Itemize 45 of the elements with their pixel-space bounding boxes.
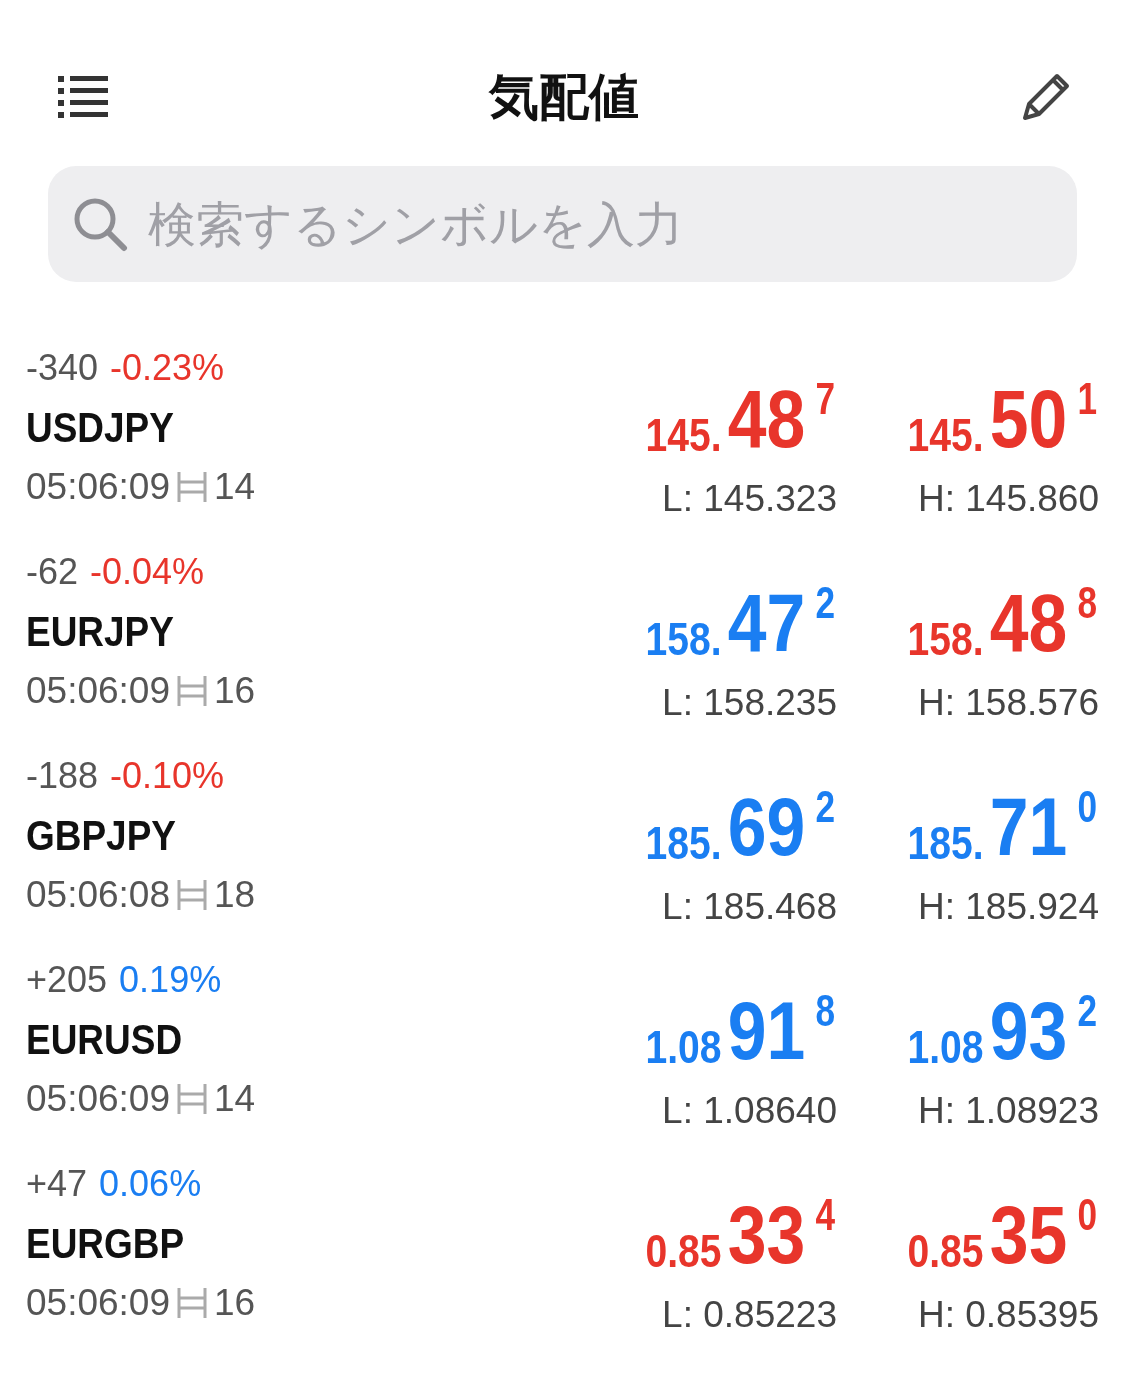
change-percent: 0.06% <box>99 1163 202 1205</box>
low-price: L: 158.235 <box>662 682 837 724</box>
low-price: L: 185.468 <box>662 886 837 928</box>
change-percent: -0.23% <box>110 347 225 389</box>
spread-icon <box>176 470 209 504</box>
title: 気配値 <box>488 66 639 128</box>
symbol: USDJPY <box>26 404 175 453</box>
high-price: H: 1.08923 <box>917 1090 1099 1132</box>
high-price: H: 145.860 <box>917 478 1099 520</box>
spread: 18 <box>214 874 256 916</box>
low-price: L: 145.323 <box>662 478 837 520</box>
spread: 14 <box>214 466 256 508</box>
high-price: H: 158.576 <box>917 682 1099 724</box>
search-bar[interactable]: 検索するシンボルを入力 <box>48 166 1077 282</box>
high-price: H: 0.85395 <box>917 1294 1099 1336</box>
spread: 14 <box>214 1078 256 1120</box>
spread-icon <box>176 1082 209 1116</box>
spread-icon <box>176 1286 209 1320</box>
spread-icon <box>176 674 209 708</box>
symbol: EURUSD <box>26 1016 184 1065</box>
time: 05:06:08 <box>26 874 171 916</box>
change-percent: -0.10% <box>110 755 225 797</box>
low-price: L: 0.85223 <box>662 1294 837 1336</box>
time: 05:06:09 <box>26 1282 171 1324</box>
change-points: -62 <box>26 551 79 593</box>
high-price: H: 185.924 <box>917 886 1099 928</box>
symbol: EURJPY <box>26 608 175 657</box>
symbol: GBPJPY <box>26 812 177 861</box>
change-points: +205 <box>26 959 108 1001</box>
change-points: -188 <box>26 755 99 797</box>
change-percent: -0.04% <box>90 551 205 593</box>
change-percent: 0.19% <box>119 959 222 1001</box>
time: 05:06:09 <box>26 466 171 508</box>
list-icon[interactable] <box>58 75 108 119</box>
low-price: L: 1.08640 <box>662 1090 837 1132</box>
change-points: +47 <box>26 1163 88 1205</box>
symbol: EURGBP <box>26 1220 186 1269</box>
spread-icon <box>176 878 209 912</box>
change-points: -340 <box>26 347 99 389</box>
time: 05:06:09 <box>26 1078 171 1120</box>
search-field[interactable]: 検索するシンボルを入力 <box>146 195 1053 253</box>
spread: 16 <box>214 1282 256 1324</box>
search-icon <box>72 196 128 252</box>
spread: 16 <box>214 670 256 712</box>
time: 05:06:09 <box>26 670 171 712</box>
